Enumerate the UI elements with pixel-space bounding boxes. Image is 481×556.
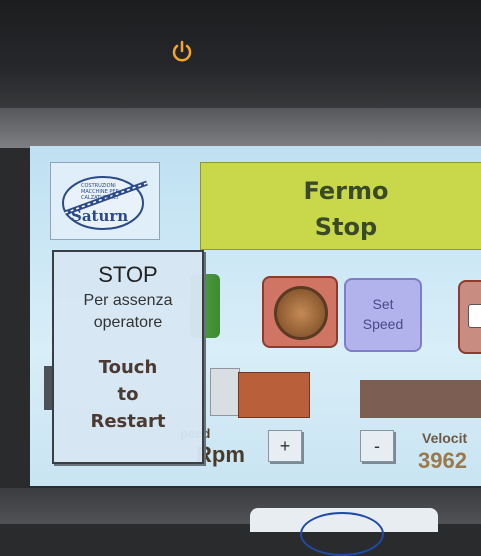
spindle-icon — [274, 286, 328, 340]
set-speed-button[interactable]: Set Speed — [344, 278, 422, 352]
set-speed-label-2: Speed — [362, 316, 404, 332]
bottom-knob-ring — [300, 512, 384, 556]
increase-speed-button[interactable]: + — [268, 430, 302, 462]
side-tab — [44, 366, 52, 410]
speed-gauge-bar — [238, 372, 310, 418]
velocity-value: 3962 — [418, 448, 467, 473]
stop-dialog[interactable]: STOP Per assenza operatore Touch to Rest… — [52, 250, 204, 464]
saturn-logo-graphic: COSTRUZIONI MACCHINE PER CALZATURIFICI S… — [62, 176, 148, 230]
set-speed-label-1: Set — [372, 296, 394, 312]
stop-reason-line-1: Per assenza — [83, 292, 173, 309]
velocity-label: Velocit — [422, 430, 468, 446]
spindle-button[interactable] — [262, 276, 338, 348]
velocity-bar — [360, 380, 481, 418]
document-icon — [468, 304, 481, 328]
hmi-screen: COSTRUZIONI MACCHINE PER CALZATURIFICI S… — [30, 146, 481, 486]
stop-title: STOP — [98, 262, 158, 287]
touch-to-restart[interactable]: Touch to Restart — [54, 354, 202, 435]
settings-button[interactable] — [458, 280, 481, 354]
stop-reason-line-2: operatore — [93, 314, 163, 331]
touch-line-2: to — [117, 384, 139, 405]
status-english: Stop — [314, 213, 378, 241]
touch-line-1: Touch — [98, 357, 158, 378]
status-italian: Fermo — [303, 177, 389, 205]
stop-reason: Per assenza operatore — [54, 290, 202, 334]
power-icon[interactable] — [170, 40, 194, 64]
speed-gauge-track — [210, 368, 240, 416]
device-bezel-ledge — [0, 108, 481, 148]
saturn-logo: COSTRUZIONI MACCHINE PER CALZATURIFICI S… — [50, 162, 160, 240]
machine-status-banner: Fermo Stop — [200, 162, 481, 250]
touch-line-3: Restart — [90, 411, 166, 432]
logo-tagline-3: CALZATURIFICI — [81, 195, 118, 201]
logo-name: Saturn — [71, 207, 128, 225]
device-bezel-top — [0, 0, 481, 112]
decrease-speed-button[interactable]: - — [360, 430, 394, 462]
